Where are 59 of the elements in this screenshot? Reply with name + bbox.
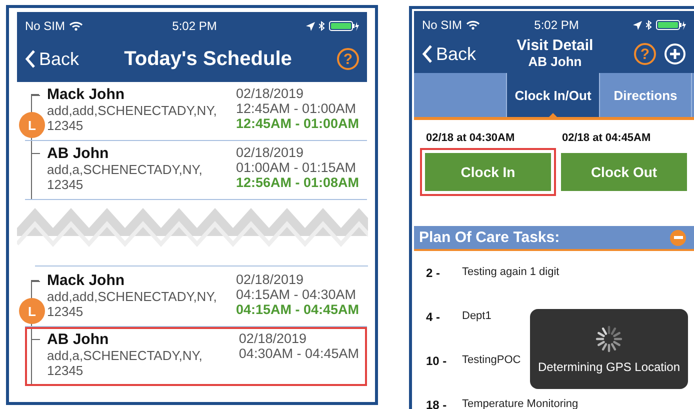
task-name: TestingPOC	[462, 354, 521, 366]
linked-badge: L	[19, 298, 45, 324]
task-name: Dept1	[462, 310, 492, 322]
carrier-label: No SIM	[422, 18, 462, 32]
back-button[interactable]: Back	[25, 48, 80, 70]
linked-badge: L	[19, 112, 45, 138]
clock-time: 5:02 PM	[534, 18, 579, 32]
actual-time: 12:45AM - 01:00AM	[236, 116, 359, 131]
client-address: add,a,SCHENECTADY,NY, 12345	[47, 162, 204, 192]
visit-date: 02/18/2019	[236, 145, 305, 160]
client-address: add,a,SCHENECTADY,NY, 12345	[47, 348, 204, 378]
client-address: add,add,SCHENECTADY,NY, 12345	[47, 103, 218, 133]
client-name: Mack John	[47, 86, 126, 103]
scheduled-time: 12:45AM - 01:00AM	[236, 101, 358, 116]
bluetooth-icon	[646, 20, 652, 30]
toast-message: Determining GPS Location	[538, 360, 680, 374]
scheduled-time: 04:30AM - 04:45AM	[238, 346, 359, 361]
task-number: 10 -	[426, 354, 448, 368]
visit-date: 02/18/2019	[236, 86, 305, 101]
scheduled-time: 04:15AM - 04:30AM	[236, 287, 358, 302]
task-number: 18 -	[426, 398, 448, 409]
screen-title: Today's Schedule	[123, 48, 293, 70]
task-name: Temperature Monitoring	[462, 398, 578, 409]
wifi-icon	[69, 21, 84, 31]
battery-icon	[656, 20, 686, 30]
client-name: Mack John	[47, 272, 126, 289]
actual-time: 12:56AM - 01:08AM	[236, 175, 359, 190]
chevron-left-icon	[25, 50, 36, 68]
screen-subtitle: AB John	[527, 54, 583, 70]
clock-time: 5:02 PM	[172, 19, 217, 33]
clock-button[interactable]: Clock In	[420, 148, 556, 196]
clock-timestamp: 02/18 at 04:30AM	[426, 132, 516, 144]
location-arrow-icon	[306, 22, 315, 30]
spinner-icon	[594, 324, 624, 354]
client-name: AB John	[47, 331, 110, 348]
client-address: add,add,SCHENECTADY,NY, 12345	[47, 289, 218, 319]
actual-time: 04:15AM - 04:45AM	[236, 302, 359, 317]
schedule-row[interactable]: AB John add,a,SCHENECTADY,NY, 12345 02/18/2019 01:00AM - 01:15AM 12:56AM - 01:08AM	[25, 141, 367, 200]
clock-timestamp: 02/18 at 04:45AM	[562, 132, 652, 144]
visit-date: 02/18/2019	[236, 272, 305, 287]
scheduled-time: 01:00AM - 01:15AM	[236, 160, 358, 175]
task-name: Testing again 1 digit	[462, 266, 560, 278]
section-title: Plan Of Care Tasks:	[419, 229, 560, 246]
add-icon[interactable]	[664, 43, 686, 65]
collapse-button[interactable]	[670, 230, 686, 246]
screen-title: Visit Detail	[516, 38, 594, 54]
tab[interactable]: Clock In/Out	[507, 73, 600, 117]
bluetooth-icon	[319, 21, 325, 31]
carrier-label: No SIM	[25, 19, 66, 33]
wifi-icon	[466, 20, 480, 30]
battery-icon	[329, 21, 359, 31]
task-number: 2 -	[426, 266, 442, 280]
task-number: 4 -	[426, 310, 442, 324]
location-arrow-icon	[633, 20, 642, 30]
chevron-left-icon	[422, 45, 433, 63]
back-button[interactable]: Back	[422, 44, 476, 64]
schedule-row[interactable]: AB John add,a,SCHENECTADY,NY, 12345 02/18/2019 04:30AM - 04:45AM	[25, 327, 367, 386]
visit-date: 02/18/2019	[238, 331, 308, 346]
client-name: AB John	[47, 145, 110, 162]
